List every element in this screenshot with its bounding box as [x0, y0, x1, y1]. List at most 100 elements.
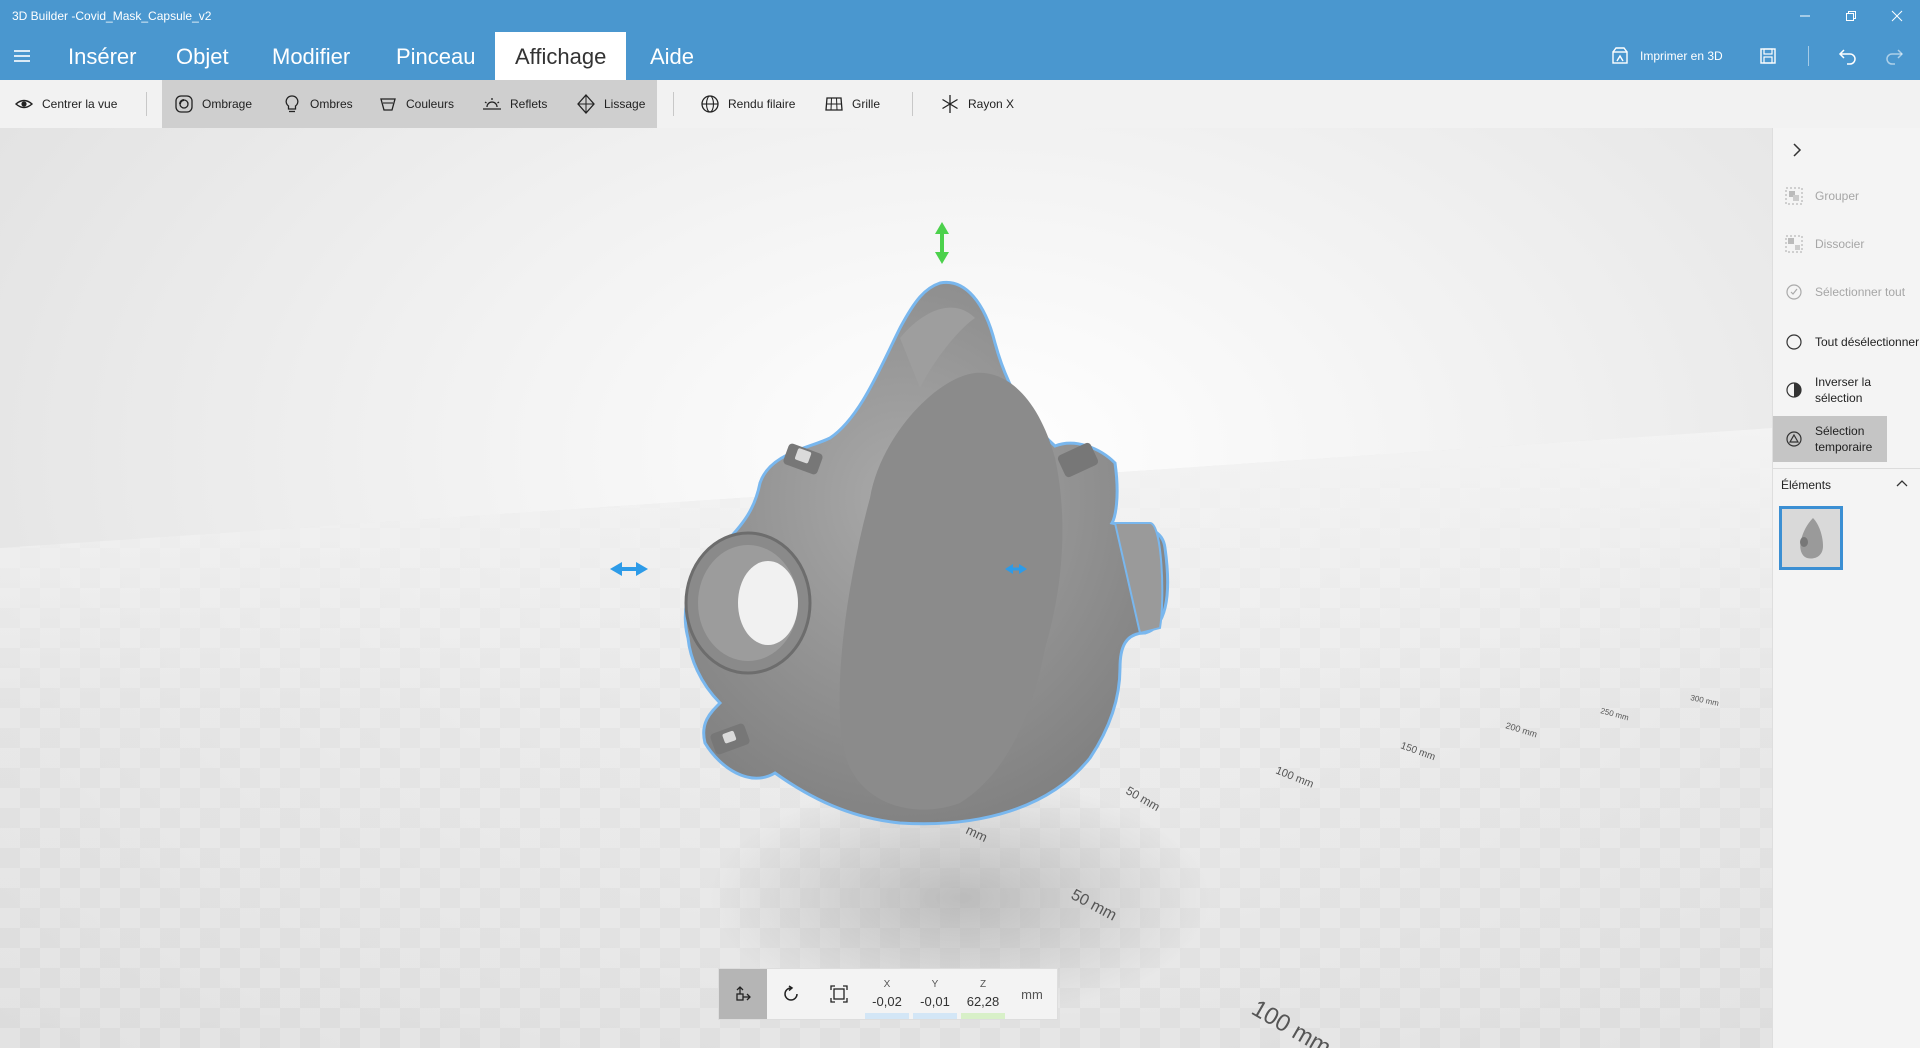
- hamburger-button[interactable]: [10, 44, 34, 68]
- smoothing-icon: [577, 94, 595, 114]
- restore-button[interactable]: [1828, 0, 1874, 32]
- tab-inserer[interactable]: Insérer: [48, 32, 156, 80]
- globe-icon: [701, 95, 719, 113]
- xray-button[interactable]: Rayon X: [930, 80, 1024, 128]
- z-coordinate-field[interactable]: Z 62,28: [959, 969, 1007, 1019]
- reflections-label: Reflets: [510, 97, 548, 111]
- undo-button[interactable]: [1836, 44, 1860, 68]
- title-bar: 3D Builder -Covid_Mask_Capsule_v2: [0, 0, 1920, 32]
- close-icon: [1891, 10, 1903, 22]
- move-icon: [736, 986, 751, 1001]
- chevron-up-icon[interactable]: [1895, 477, 1909, 491]
- select-all-icon: [1786, 284, 1802, 300]
- ungroup-button[interactable]: Dissocier: [1773, 224, 1920, 264]
- x-value[interactable]: -0,02: [872, 994, 902, 1009]
- chevron-right-icon: [1793, 143, 1802, 157]
- tab-modifier[interactable]: Modifier: [252, 32, 370, 80]
- scale-tool-button[interactable]: [815, 969, 863, 1019]
- window-title: 3D Builder -Covid_Mask_Capsule_v2: [12, 9, 212, 23]
- temporary-selection-icon: [1786, 431, 1802, 447]
- smoothing-label: Lissage: [604, 97, 646, 111]
- redo-button[interactable]: [1882, 44, 1906, 68]
- y-label: Y: [931, 979, 939, 990]
- tab-aide[interactable]: Aide: [630, 32, 714, 80]
- asterisk-icon: [942, 95, 958, 113]
- rotate-tool-button[interactable]: [767, 969, 815, 1019]
- lightbulb-icon: [285, 95, 299, 113]
- group-label: Grouper: [1815, 189, 1860, 203]
- shading-icon: [175, 95, 193, 113]
- tab-objet[interactable]: Objet: [156, 32, 249, 80]
- x-axis-indicator: [865, 1013, 909, 1019]
- z-label: Z: [979, 979, 987, 990]
- mask-thumbnail-icon: [1800, 518, 1823, 559]
- paint-bucket-icon: [380, 98, 396, 111]
- colors-button[interactable]: Couleurs: [368, 80, 464, 128]
- restore-icon: [1846, 11, 1856, 21]
- shading-button[interactable]: Ombrage: [164, 80, 262, 128]
- y-coordinate-field[interactable]: Y -0,01: [911, 969, 959, 1019]
- transform-bar: X -0,02 Y -0,01 Z 62,28 mm: [718, 968, 1058, 1020]
- wireframe-button[interactable]: Rendu filaire: [690, 80, 805, 128]
- group-button[interactable]: Grouper: [1773, 176, 1920, 216]
- collapse-panel-button[interactable]: [1785, 138, 1809, 162]
- 3d-viewport[interactable]: mm 50 mm 100 mm 50 mm 100 mm 150 mm 200 …: [0, 128, 1772, 1048]
- tab-pinceau[interactable]: Pinceau: [376, 32, 496, 80]
- save-icon: [1760, 48, 1776, 64]
- toolbar-divider: [146, 92, 147, 116]
- tab-affichage[interactable]: Affichage: [495, 32, 627, 80]
- shading-label: Ombrage: [202, 97, 253, 111]
- rotate-icon: [784, 985, 798, 1001]
- shadows-label: Ombres: [310, 97, 353, 111]
- unit-label[interactable]: mm: [1007, 969, 1057, 1019]
- x-coordinate-field[interactable]: X -0,02: [863, 969, 911, 1019]
- vertical-arrow-icon[interactable]: [935, 222, 949, 264]
- smoothing-button[interactable]: Lissage: [566, 80, 655, 128]
- ungroup-label: Dissocier: [1815, 237, 1865, 251]
- z-value[interactable]: 62,28: [967, 994, 1000, 1009]
- deselect-all-button[interactable]: Tout désélectionner: [1773, 320, 1920, 364]
- toolbar-divider: [673, 92, 674, 116]
- print-3d-button[interactable]: Imprimer en 3D: [1610, 32, 1723, 80]
- redo-icon: [1886, 49, 1904, 65]
- element-thumbnail[interactable]: [1779, 506, 1843, 570]
- colors-label: Couleurs: [406, 97, 455, 111]
- select-all-label: Sélectionner tout: [1815, 285, 1906, 299]
- printer-3d-icon: [1612, 47, 1628, 64]
- group-icon: [1785, 187, 1803, 205]
- view-toolbar: Centrer la vue Ombrage Ombres Couleurs R…: [0, 80, 1920, 128]
- xray-label: Rayon X: [968, 97, 1015, 111]
- hamburger-icon: [14, 50, 30, 62]
- y-axis-indicator: [913, 1013, 957, 1019]
- grid-button[interactable]: Grille: [814, 80, 890, 128]
- x-label: X: [883, 979, 891, 990]
- invert-selection-icon: [1786, 382, 1802, 398]
- wireframe-label: Rendu filaire: [728, 97, 796, 111]
- y-value[interactable]: -0,01: [920, 994, 950, 1009]
- minimize-button[interactable]: [1782, 0, 1828, 32]
- print-3d-label: Imprimer en 3D: [1640, 49, 1723, 63]
- center-view-button[interactable]: Centrer la vue: [4, 80, 127, 128]
- reflections-button[interactable]: Reflets: [472, 80, 557, 128]
- move-tool-button[interactable]: [719, 969, 767, 1019]
- sunrise-icon: [483, 98, 501, 110]
- invert-selection-button[interactable]: Inverser la sélection: [1773, 368, 1920, 412]
- scene-canvas: mm 50 mm 100 mm 50 mm 100 mm 150 mm 200 …: [0, 222, 1772, 1048]
- select-all-button[interactable]: Sélectionner tout: [1773, 272, 1920, 312]
- elements-header[interactable]: Éléments: [1773, 468, 1920, 500]
- selection-panel: Grouper Dissocier Sélectionner tout Tout…: [1772, 128, 1920, 1048]
- scale-icon: [830, 985, 848, 1003]
- temporary-selection-button[interactable]: Sélection temporaire: [1773, 416, 1887, 462]
- menu-bar: Insérer Objet Modifier Pinceau Affichage…: [0, 32, 1920, 80]
- save-button[interactable]: [1756, 44, 1780, 68]
- minimize-icon: [1800, 15, 1810, 17]
- eye-icon: [14, 99, 34, 109]
- toolbar-divider: [912, 92, 913, 116]
- temporary-selection-label: Sélection temporaire: [1815, 424, 1873, 454]
- grid-icon: [825, 97, 843, 111]
- shadows-button[interactable]: Ombres: [272, 80, 363, 128]
- mask-model[interactable]: [683, 280, 1170, 826]
- ungroup-icon: [1785, 235, 1803, 253]
- close-button[interactable]: [1874, 0, 1920, 32]
- invert-selection-label: Inverser la sélection: [1815, 375, 1872, 405]
